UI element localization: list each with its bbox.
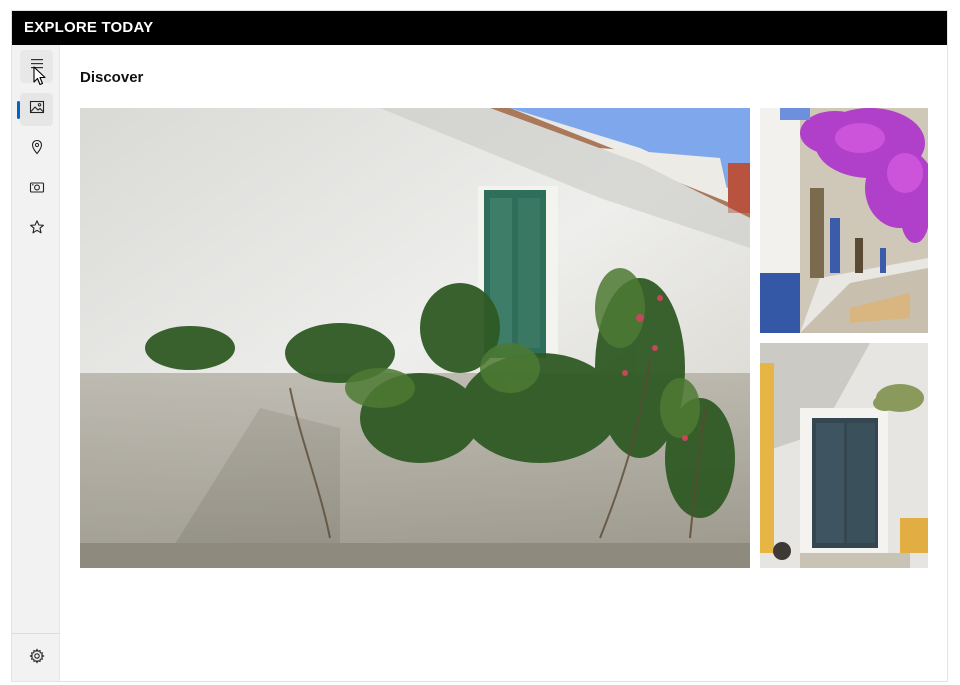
nav-rail [12, 45, 60, 681]
nav-item-photos[interactable] [20, 93, 53, 126]
gear-icon [28, 648, 45, 669]
nav-item-places[interactable] [20, 133, 53, 166]
photo-main-image [80, 108, 750, 568]
nav-item-camera[interactable] [20, 173, 53, 206]
photo-side-top[interactable] [760, 108, 928, 333]
photo-side-top-image [760, 108, 928, 333]
hamburger-icon [29, 56, 45, 77]
menu-button[interactable] [20, 50, 53, 83]
page-title: Discover [80, 69, 144, 86]
content-area: Discover [60, 45, 947, 681]
app-title: EXPLORE TODAY [12, 11, 947, 45]
settings-button[interactable] [20, 642, 53, 675]
photo-side-bottom[interactable] [760, 343, 928, 568]
app-window: EXPLORE TODAY Discover [11, 10, 948, 682]
nav-separator [12, 633, 60, 634]
photo-side-bottom-image [760, 343, 928, 568]
nav-item-favorites[interactable] [20, 213, 53, 246]
location-pin-icon [29, 139, 45, 160]
star-icon [29, 219, 45, 240]
photo-main[interactable] [80, 108, 750, 568]
camera-icon [29, 179, 45, 200]
image-icon [29, 99, 45, 120]
